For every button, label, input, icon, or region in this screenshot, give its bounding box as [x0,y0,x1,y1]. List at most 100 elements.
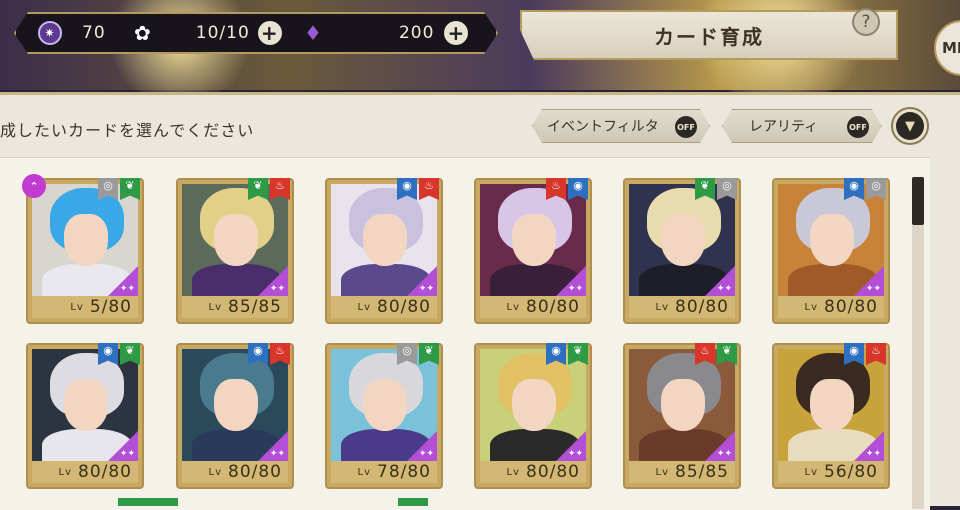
card-item[interactable]: ✦✦ ◎ ❦ Lv 5/80 ⌃ [22,174,144,324]
portrait-face [64,379,108,431]
page-title: カード育成 [520,10,898,60]
rarity-filter-label: レアリティ [749,119,819,135]
level-prefix: Lv [70,301,84,313]
card-level: Lv 85/85 [629,461,735,483]
card-item[interactable]: ✦✦ ◉ ❦ Lv 80/80 [26,343,144,489]
card-portrait: ✦✦ [629,184,735,296]
card-level: Lv 80/80 [778,296,884,318]
stamina-flower-icon: ✿ [134,21,152,45]
portrait-face [363,214,407,266]
card-level: Lv 80/80 [182,461,288,483]
card-portrait: ✦✦ [182,184,288,296]
card-level: Lv 80/80 [480,296,586,318]
level-value: 85/85 [228,297,282,317]
card-portrait: ✦✦ [182,349,288,461]
crystal-count: 200 [398,23,435,43]
level-value: 80/80 [526,297,580,317]
card-level: Lv 80/80 [32,461,138,483]
card-portrait: ✦✦ [331,184,437,296]
card-item[interactable]: ✦✦ ◉ ◎ Lv 80/80 [772,178,890,324]
level-prefix: Lv [357,466,371,478]
card-level: Lv 80/80 [629,296,735,318]
resource-bar: ✷ 70 ✿ 10/10 + ♦ 200 + [14,12,498,54]
help-button[interactable]: ? [852,8,880,36]
magic-gem-count: 70 [82,23,106,43]
level-prefix: Lv [357,301,371,313]
add-stamina-button[interactable]: + [258,21,282,45]
level-value: 85/85 [675,462,729,482]
portrait-face [512,379,556,431]
portrait-face [512,214,556,266]
portrait-face [661,214,705,266]
magic-gem-icon: ✷ [38,21,62,45]
stamina-count: 10/10 [195,23,250,43]
portrait-face [64,214,108,266]
instruction-text: 成したいカードを選んでください [0,121,255,140]
scrollbar-track[interactable] [912,177,924,509]
card-level: Lv 80/80 [331,296,437,318]
portrait-face [661,379,705,431]
portrait-face [214,214,258,266]
card-item[interactable]: ✦✦ ❦ ♨ Lv 85/85 [176,178,294,324]
card-item[interactable]: ✦✦ ♨ ❦ Lv 85/85 [623,343,741,489]
card-level: Lv 80/80 [480,461,586,483]
card-portrait: ✦✦ [480,349,586,461]
page-title-text: カード育成 [654,24,764,49]
card-portrait: ✦✦ [778,184,884,296]
portrait-face [214,379,258,431]
level-value: 5/80 [89,297,132,317]
portrait-face [810,214,854,266]
event-filter-label: イベントフィルタ [547,119,659,135]
card-level: Lv 5/80 [32,296,138,318]
card-item[interactable]: ✦✦ ◎ ❦ Lv 78/80 [325,343,443,489]
next-row-peek [118,498,178,506]
resource-stamina: ✿ 10/10 + [134,14,282,52]
crystal-icon: ♦ [304,21,323,45]
level-prefix: Lv [58,466,72,478]
card-item[interactable]: ✦✦ ◉ ♨ Lv 56/80 [772,343,890,489]
level-up-badge-icon: ⌃ [22,174,46,198]
level-value: 80/80 [526,462,580,482]
level-value: 80/80 [377,297,431,317]
level-value: 80/80 [78,462,132,482]
rarity-filter-button[interactable]: レアリティ OFF [722,109,882,143]
card-portrait: ✦✦ [331,349,437,461]
next-row-peek [398,498,428,506]
level-prefix: Lv [655,301,669,313]
level-value: 78/80 [377,462,431,482]
level-prefix: Lv [804,301,818,313]
event-filter-button[interactable]: イベントフィルタ OFF [532,109,710,143]
level-value: 80/80 [824,297,878,317]
level-prefix: Lv [506,301,520,313]
card-item[interactable]: ✦✦ ♨ ◉ Lv 80/80 [474,178,592,324]
card-portrait: ✦✦ [32,184,138,296]
level-value: 80/80 [675,297,729,317]
level-prefix: Lv [655,466,669,478]
chevron-down-icon: ▼ [896,112,924,140]
level-value: 80/80 [228,462,282,482]
card-portrait: ✦✦ [480,184,586,296]
sort-order-button[interactable]: ▼ [891,107,929,145]
level-prefix: Lv [506,466,520,478]
card-portrait: ✦✦ [778,349,884,461]
card-portrait: ✦✦ [629,349,735,461]
card-portrait: ✦✦ [32,349,138,461]
event-filter-toggle[interactable]: OFF [675,116,697,138]
card-item[interactable]: ✦✦ ◉ ♨ Lv 80/80 [176,343,294,489]
menu-label: ME [942,39,960,57]
scrollbar-thumb[interactable] [912,177,924,225]
rarity-filter-toggle[interactable]: OFF [847,116,869,138]
portrait-face [810,379,854,431]
level-prefix: Lv [208,301,222,313]
card-level: Lv 85/85 [182,296,288,318]
card-item[interactable]: ✦✦ ◉ ♨ Lv 80/80 [325,178,443,324]
level-prefix: Lv [804,466,818,478]
card-item[interactable]: ✦✦ ◉ ❦ Lv 80/80 [474,343,592,489]
level-value: 56/80 [824,462,878,482]
portrait-face [363,379,407,431]
card-level: Lv 56/80 [778,461,884,483]
resource-magic-gem: ✷ 70 [38,14,106,52]
resource-crystal: ♦ 200 + [304,14,468,52]
add-crystal-button[interactable]: + [444,21,468,45]
card-item[interactable]: ✦✦ ❦ ◎ Lv 80/80 [623,178,741,324]
